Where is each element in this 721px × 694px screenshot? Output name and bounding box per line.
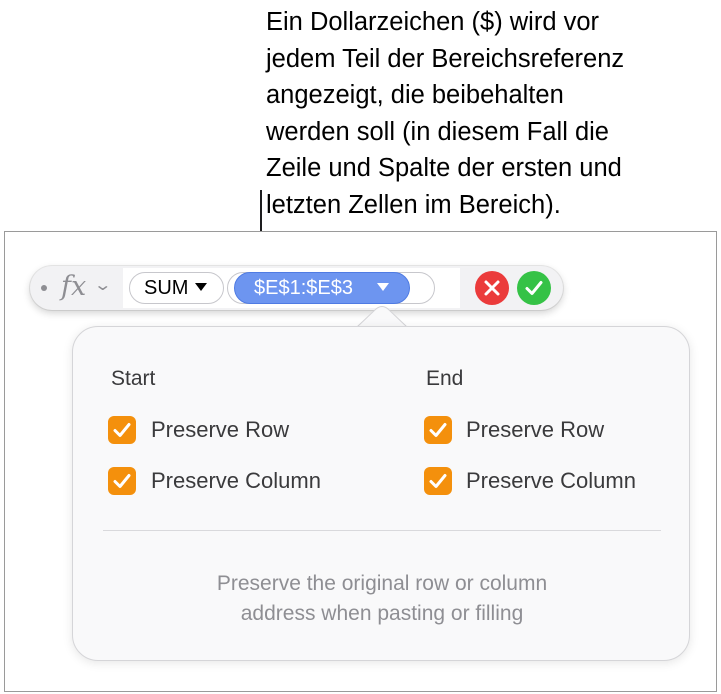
accept-button[interactable] (517, 271, 551, 305)
popover-divider (103, 530, 661, 531)
end-preserve-column-checkbox[interactable] (424, 467, 452, 495)
start-preserve-row-checkbox[interactable] (108, 416, 136, 444)
function-token-caret-icon[interactable] (195, 283, 207, 291)
checkmark-icon (113, 474, 131, 488)
function-token[interactable]: SUM (129, 272, 224, 304)
help-text: Preserve the original row or column addr… (216, 572, 548, 625)
popover-arrow (357, 306, 407, 328)
start-preserve-column-checkbox[interactable] (108, 467, 136, 495)
end-heading: End (426, 367, 464, 390)
checkmark-icon (429, 423, 447, 437)
function-token-label: SUM (144, 277, 189, 299)
end-preserve-column-label[interactable]: Preserve Column (466, 467, 636, 495)
range-token-label: $E$1:$E$3 (254, 277, 353, 299)
range-token-caret-icon[interactable] (377, 283, 389, 291)
start-preserve-row-label[interactable]: Preserve Row (151, 416, 289, 444)
checkmark-icon (113, 423, 131, 437)
fx-icon[interactable]: fx (61, 270, 86, 304)
drag-handle-icon[interactable] (41, 285, 47, 291)
chevron-down-icon[interactable]: ⌄ (93, 276, 112, 296)
checkmark-icon (525, 281, 543, 295)
close-icon (484, 280, 500, 296)
end-preserve-row-label[interactable]: Preserve Row (466, 416, 604, 444)
start-heading: Start (111, 367, 156, 390)
end-preserve-row-checkbox[interactable] (424, 416, 452, 444)
callout-text: Ein Dollarzeichen ($) wird vor jedem Tei… (266, 8, 625, 219)
start-preserve-column-label[interactable]: Preserve Column (151, 467, 321, 495)
checkmark-icon (429, 474, 447, 488)
cancel-button[interactable] (475, 271, 509, 305)
